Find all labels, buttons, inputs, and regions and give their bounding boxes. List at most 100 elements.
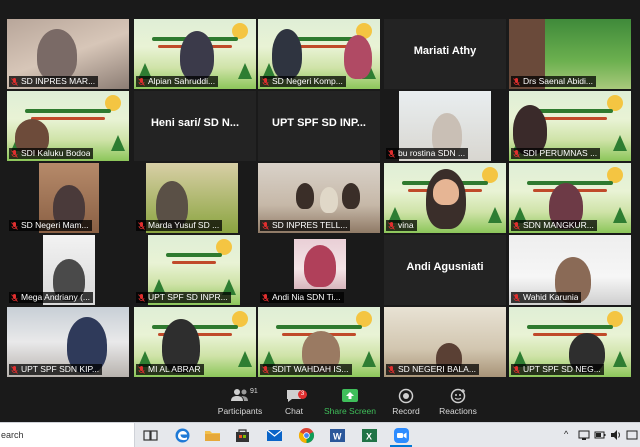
muted-mic-icon bbox=[138, 221, 145, 230]
chat-button[interactable]: 3 Chat bbox=[264, 388, 324, 420]
participant-name-label: Wahid Karunia bbox=[511, 292, 582, 303]
video-tile[interactable]: UPT SPF SD INPR... bbox=[134, 235, 256, 305]
record-button[interactable]: Record bbox=[376, 388, 436, 420]
mail-icon[interactable] bbox=[266, 427, 283, 444]
video-tile-off[interactable]: Heni sari/ SD N... bbox=[134, 91, 256, 161]
share-screen-icon bbox=[320, 388, 380, 404]
video-tile-off[interactable]: UPT SPF SD INP... bbox=[258, 91, 380, 161]
participant-name-label: Mega Andriany (... bbox=[9, 292, 93, 303]
video-tile[interactable]: vina bbox=[384, 163, 506, 233]
svg-text:W: W bbox=[333, 432, 342, 442]
participant-name-display: UPT SPF SD INP... bbox=[272, 117, 366, 129]
banner-decoration bbox=[31, 117, 105, 120]
muted-mic-icon bbox=[513, 77, 520, 86]
video-tile[interactable]: SDN MANGKUR... bbox=[509, 163, 631, 233]
share-screen-button[interactable]: Share Screen bbox=[320, 388, 380, 420]
video-tile[interactable]: SDIT WAHDAH IS... bbox=[258, 307, 380, 377]
muted-mic-icon bbox=[388, 221, 395, 230]
task-view-icon[interactable] bbox=[142, 427, 159, 444]
chrome-icon[interactable] bbox=[298, 427, 315, 444]
participants-button[interactable]: 91 Participants bbox=[210, 388, 270, 420]
record-label: Record bbox=[392, 406, 420, 416]
reactions-label: Reactions bbox=[439, 406, 477, 416]
tray-overflow-arrow[interactable]: ^ bbox=[564, 429, 568, 442]
participant-name-label: SDI PERUMNAS ... bbox=[511, 148, 601, 159]
banner-decoration bbox=[488, 207, 502, 223]
notifications-icon[interactable] bbox=[626, 429, 638, 442]
gallery-view-grid: SD INPRES MAR... Alpian Sahruddi... SD N… bbox=[0, 0, 640, 384]
participant-name-label: SD Negeri Mam... bbox=[9, 220, 92, 231]
banner-decoration bbox=[238, 351, 252, 367]
participants-icon bbox=[210, 388, 270, 404]
muted-mic-icon bbox=[262, 77, 269, 86]
word-icon[interactable]: W bbox=[329, 427, 346, 444]
participant-name-label: SD INPRES TELL... bbox=[260, 220, 351, 231]
record-icon bbox=[376, 388, 436, 404]
banner-decoration bbox=[166, 253, 222, 257]
banner-decoration bbox=[362, 351, 376, 367]
video-tile[interactable]: UPT SPF SD NEG... bbox=[509, 307, 631, 377]
video-tile[interactable]: Marda Yusuf SD ... bbox=[134, 163, 256, 233]
network-icon[interactable] bbox=[578, 429, 590, 442]
banner-decoration bbox=[238, 63, 252, 79]
video-tile[interactable]: bu rostina SDN ... bbox=[384, 91, 506, 161]
windows-taskbar: earch W X ^ bbox=[0, 422, 640, 447]
participant-name-display: Mariati Athy bbox=[413, 45, 477, 57]
participant-name-label: SDN MANGKUR... bbox=[511, 220, 597, 231]
reactions-button[interactable]: Reactions bbox=[428, 388, 488, 420]
banner-decoration bbox=[276, 325, 362, 329]
video-tile[interactable]: SD Negeri Komp... bbox=[258, 19, 380, 89]
banner-decoration bbox=[613, 351, 627, 367]
muted-mic-icon bbox=[262, 365, 269, 374]
video-tile[interactable]: SD INPRES MAR... bbox=[7, 19, 129, 89]
muted-mic-icon bbox=[262, 221, 269, 230]
participant-name-label: SD Negeri Komp... bbox=[260, 76, 346, 87]
muted-mic-icon bbox=[138, 293, 145, 302]
muted-mic-icon bbox=[11, 77, 18, 86]
meeting-controls-toolbar: 91 Participants 3 Chat Share Screen Reco… bbox=[0, 384, 640, 422]
video-tile[interactable]: SDI PERUMNAS ... bbox=[509, 91, 631, 161]
muted-mic-icon bbox=[513, 149, 520, 158]
zoom-app-icon[interactable] bbox=[393, 427, 410, 444]
banner-decoration bbox=[613, 207, 627, 223]
file-explorer-icon[interactable] bbox=[204, 427, 221, 444]
video-tile[interactable]: MI AL ABRAR bbox=[134, 307, 256, 377]
chat-icon bbox=[264, 388, 324, 404]
zoom-meeting-window: SD INPRES MAR... Alpian Sahruddi... SD N… bbox=[0, 0, 640, 447]
video-tile[interactable]: Andi Nia SDN Ti... bbox=[258, 235, 380, 305]
taskbar-search-text: earch bbox=[1, 430, 24, 440]
participant-name-label: UPT SPF SD INPR... bbox=[136, 292, 231, 303]
excel-icon[interactable]: X bbox=[361, 427, 378, 444]
banner-decoration bbox=[527, 325, 613, 329]
store-icon[interactable] bbox=[234, 427, 251, 444]
muted-mic-icon bbox=[262, 293, 269, 302]
share-screen-label: Share Screen bbox=[324, 406, 376, 416]
participant-name-label: Andi Nia SDN Ti... bbox=[260, 292, 344, 303]
volume-icon[interactable] bbox=[610, 429, 622, 442]
participant-name-display: Heni sari/ SD N... bbox=[150, 117, 240, 129]
video-tile[interactable]: UPT SPF SDN KIP... bbox=[7, 307, 129, 377]
svg-text:X: X bbox=[366, 432, 372, 442]
video-tile[interactable]: SD Negeri Mam... bbox=[7, 163, 129, 233]
muted-mic-icon bbox=[513, 293, 520, 302]
video-tile[interactable]: SDI Kaluku Bodoa bbox=[7, 91, 129, 161]
participant-name-label: SDI Kaluku Bodoa bbox=[9, 148, 94, 159]
muted-mic-icon bbox=[513, 221, 520, 230]
chat-unread-badge: 3 bbox=[298, 390, 307, 399]
battery-icon[interactable] bbox=[594, 429, 606, 442]
participant-name-label: UPT SPF SD NEG... bbox=[511, 364, 604, 375]
edge-browser-icon[interactable] bbox=[174, 427, 191, 444]
video-tile-off[interactable]: Andi Agusniati bbox=[384, 235, 506, 305]
muted-mic-icon bbox=[138, 365, 145, 374]
video-tile[interactable]: Mega Andriany (... bbox=[7, 235, 129, 305]
video-tile[interactable]: Alpian Sahruddi... bbox=[134, 19, 256, 89]
taskbar-search-box[interactable]: earch bbox=[0, 423, 135, 447]
participant-name-label: SD NEGERI BALA... bbox=[386, 364, 479, 375]
video-tile[interactable]: SD INPRES TELL... bbox=[258, 163, 380, 233]
video-tile-active-speaker[interactable]: Wahid Karunia bbox=[509, 235, 631, 305]
video-tile[interactable]: SD NEGERI BALA... bbox=[384, 307, 506, 377]
reactions-smiley-icon bbox=[428, 388, 488, 404]
video-tile-off[interactable]: Mariati Athy bbox=[384, 19, 506, 89]
video-tile[interactable]: Drs Saenal Abidi... bbox=[509, 19, 631, 89]
banner-decoration bbox=[111, 135, 125, 151]
